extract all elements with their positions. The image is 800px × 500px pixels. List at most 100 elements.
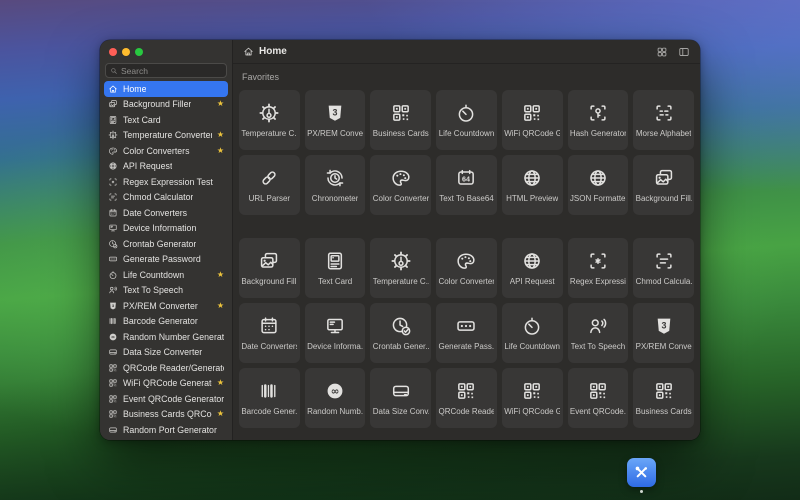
drive-icon — [108, 347, 118, 357]
tool-card-regex-expressi[interactable]: Regex Expressi... — [568, 238, 629, 298]
tool-card-json-formatter[interactable]: JSON Formatter — [568, 155, 629, 215]
tool-card-temperature-c[interactable]: Temperature C... — [370, 238, 431, 298]
sidebar-item-px-rem-converter[interactable]: 3PX/REM Converter★ — [104, 298, 228, 314]
tool-card-label: Hash Generator — [570, 129, 626, 138]
tool-card-business-cards[interactable]: Business Cards... — [633, 368, 694, 428]
tool-card-url-parser[interactable]: URL Parser — [239, 155, 300, 215]
tool-card-px-rem-conver[interactable]: 3PX/REM Conver... — [305, 90, 366, 150]
sidebar: HomeBackground Filler★Text CardTemperatu… — [100, 40, 232, 440]
tool-card-wifi-qrcode-g[interactable]: WiFi QRCode G... — [502, 90, 563, 150]
tool-card-label: Morse Alphabet — [636, 129, 692, 138]
sidebar-item-event-qrcode-generator[interactable]: Event QRCode Generator — [104, 391, 228, 407]
tool-card-label: Text Card — [318, 277, 352, 286]
sidebar-item-label: Crontab Generator — [123, 239, 196, 249]
tool-card-life-countdown[interactable]: Life Countdown — [436, 90, 497, 150]
sidebar-item-random-port-generator[interactable]: Random Port Generator — [104, 422, 228, 438]
tool-card-event-qrcode[interactable]: Event QRCode... — [568, 368, 629, 428]
tool-card-label: Barcode Gener... — [241, 407, 297, 416]
tool-card-date-converters[interactable]: Date Converters — [239, 303, 300, 363]
sidebar-item-random-number-generator[interactable]: ∞Random Number Generator — [104, 329, 228, 345]
sidebar-item-generate-password[interactable]: Generate Password — [104, 252, 228, 268]
tool-card-morse-alphabet[interactable]: Morse Alphabet — [633, 90, 694, 150]
tool-card-generate-pass[interactable]: Generate Pass... — [436, 303, 497, 363]
sidebar-item-wifi-qrcode-generator[interactable]: WiFi QRCode Generator★ — [104, 376, 228, 392]
barcode-icon — [108, 316, 118, 326]
tool-card-label: Text To Base64 — [439, 194, 494, 203]
sidebar-item-color-converters[interactable]: Color Converters★ — [104, 143, 228, 159]
sidebar-item-label: Text To Speech — [123, 285, 183, 295]
tool-card-color-converters[interactable]: Color Converters — [370, 155, 431, 215]
tool-card-label: Life Countdown — [504, 342, 560, 351]
favorite-star-icon: ★ — [217, 131, 224, 139]
tool-card-hash-generator[interactable]: Hash Generator — [568, 90, 629, 150]
window-controls — [100, 40, 232, 62]
dock-app[interactable] — [627, 458, 656, 493]
palette-icon — [390, 167, 412, 189]
sidebar-item-label: Random Number Generator — [123, 332, 224, 342]
grid-view-button[interactable] — [656, 46, 668, 58]
sidebar-item-device-information[interactable]: Device Information — [104, 221, 228, 237]
sidebar-item-life-countdown[interactable]: Life Countdown★ — [104, 267, 228, 283]
zoom-window-button[interactable] — [135, 48, 143, 56]
main-panel: Home Favorites Temperature C...3PX/REM C… — [232, 40, 700, 440]
tool-card-data-size-conv[interactable]: Data Size Conv... — [370, 368, 431, 428]
qr-icon — [587, 380, 609, 402]
sidebar-item-barcode-generator[interactable]: Barcode Generator — [104, 314, 228, 330]
speech-icon — [587, 315, 609, 337]
sidebar-item-temperature-converter[interactable]: Temperature Converter★ — [104, 128, 228, 144]
tool-card-chmod-calcula[interactable]: Chmod Calcula... — [633, 238, 694, 298]
css-icon: 3 — [324, 102, 346, 124]
home-icon — [243, 46, 254, 57]
tool-card-label: Life Countdown — [439, 129, 495, 138]
toggle-sidebar-button[interactable] — [678, 46, 690, 58]
tool-card-px-rem-conver[interactable]: 3PX/REM Conver... — [633, 303, 694, 363]
sidebar-tool-list: HomeBackground Filler★Text CardTemperatu… — [100, 78, 232, 440]
sidebar-item-regex-expression-test[interactable]: Regex Expression Test — [104, 174, 228, 190]
clockcycle-icon — [324, 167, 346, 189]
tool-card-life-countdown[interactable]: Life Countdown — [502, 303, 563, 363]
sidebar-item-api-request[interactable]: API Request — [104, 159, 228, 175]
minimize-window-button[interactable] — [122, 48, 130, 56]
tool-card-text-card[interactable]: Text Card — [305, 238, 366, 298]
search-input[interactable] — [121, 66, 222, 76]
tool-card-background-fill[interactable]: Background Fill... — [633, 155, 694, 215]
sidebar-item-crontab-generator[interactable]: Crontab Generator — [104, 236, 228, 252]
sidebar-item-background-filler[interactable]: Background Filler★ — [104, 97, 228, 113]
sidebar-item-label: PX/REM Converter — [123, 301, 198, 311]
sidebar-item-qrcode-reader-generator[interactable]: QRCode Reader/Generator — [104, 360, 228, 376]
tool-card-api-request[interactable]: API Request — [502, 238, 563, 298]
tool-card-chronometer[interactable]: Chronometer — [305, 155, 366, 215]
close-window-button[interactable] — [109, 48, 117, 56]
sidebar-item-chmod-calculator[interactable]: Chmod Calculator — [104, 190, 228, 206]
sidebar-item-date-converters[interactable]: Date Converters — [104, 205, 228, 221]
timer-icon — [455, 102, 477, 124]
qr-icon — [108, 363, 118, 373]
sidebar-item-data-size-converter[interactable]: Data Size Converter — [104, 345, 228, 361]
tool-card-label: API Request — [510, 277, 555, 286]
sidebar-item-text-to-speech[interactable]: Text To Speech — [104, 283, 228, 299]
sidebar-item-home[interactable]: Home — [104, 81, 228, 97]
tool-card-device-informa[interactable]: Device Informa... — [305, 303, 366, 363]
devtools-app-icon[interactable] — [627, 458, 656, 487]
tool-card-wifi-qrcode-g[interactable]: WiFi QRCode G... — [502, 368, 563, 428]
tool-card-business-cards[interactable]: Business Cards... — [370, 90, 431, 150]
tool-card-text-to-speech[interactable]: Text To Speech — [568, 303, 629, 363]
tool-card-barcode-gener[interactable]: Barcode Gener... — [239, 368, 300, 428]
tool-card-label: Business Cards... — [636, 407, 692, 416]
search-field[interactable] — [105, 63, 227, 78]
tool-card-qrcode-reade[interactable]: QRCode Reade... — [436, 368, 497, 428]
sidebar-item-rsa-key-generator[interactable]: RSA Key Generator — [104, 438, 228, 441]
tool-card-background-fill[interactable]: Background Fill... — [239, 238, 300, 298]
tool-card-label: WiFi QRCode G... — [504, 129, 560, 138]
barcode-icon — [258, 380, 280, 402]
tool-card-crontab-gener[interactable]: Crontab Gener... — [370, 303, 431, 363]
main-header: Home — [233, 40, 700, 64]
brdot-icon — [587, 250, 609, 272]
sidebar-item-business-cards-qrcode[interactable]: Business Cards QRCode...★ — [104, 407, 228, 423]
tool-card-random-numb[interactable]: ∞Random Numb... — [305, 368, 366, 428]
tool-card-temperature-c[interactable]: Temperature C... — [239, 90, 300, 150]
tool-card-text-to-base64[interactable]: 64Text To Base64 — [436, 155, 497, 215]
tool-card-color-converters[interactable]: Color Converters — [436, 238, 497, 298]
sidebar-item-text-card[interactable]: Text Card — [104, 112, 228, 128]
tool-card-html-preview[interactable]: HTML Preview — [502, 155, 563, 215]
